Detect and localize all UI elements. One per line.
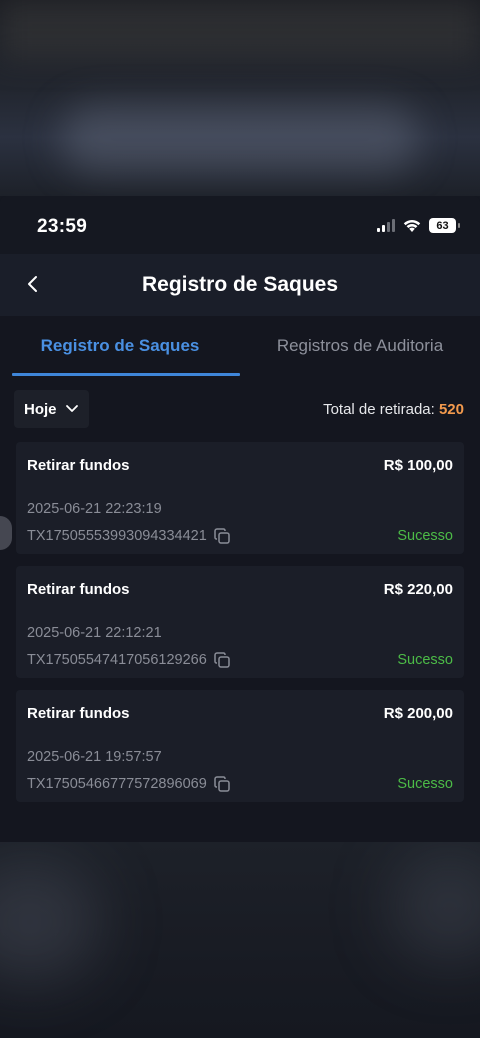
tab-bar: Registro de Saques Registros de Auditori…: [0, 316, 480, 376]
list-item: Retirar fundos R$ 100,00 2025-06-21 22:2…: [16, 442, 464, 554]
total-value: 520: [438, 400, 464, 418]
list-item: Retirar fundos R$ 200,00 2025-06-21 19:5…: [16, 690, 464, 802]
nav-bar: Registro de Saques: [0, 254, 480, 316]
status-badge: Sucesso: [397, 652, 453, 668]
list-item: Retirar fundos R$ 220,00 2025-06-21 22:1…: [16, 566, 464, 678]
record-datetime: 2025-06-21 19:57:57: [27, 749, 162, 765]
status-badge: Sucesso: [397, 528, 453, 544]
chevron-left-icon: [28, 276, 37, 292]
total-withdrawal: Total de retirada: 520: [323, 401, 464, 418]
status-icons: 63: [377, 218, 460, 233]
app-screen: 23:59 63 Registro de Saques Registro de …: [0, 196, 480, 842]
blurred-background-top: [0, 0, 480, 196]
floating-handle[interactable]: [0, 516, 12, 550]
tab-withdrawal-records[interactable]: Registro de Saques: [0, 316, 240, 376]
tx-id-text: TX17505553993094334421: [27, 528, 207, 544]
page-title: Registro de Saques: [141, 273, 339, 296]
record-tx-id: TX17505553993094334421: [27, 527, 231, 545]
record-amount: R$ 100,00: [383, 457, 453, 474]
copy-icon[interactable]: [213, 527, 231, 545]
copy-icon[interactable]: [213, 775, 231, 793]
back-button[interactable]: [20, 271, 46, 297]
status-badge: Sucesso: [397, 776, 453, 792]
record-tx-id: TX17505547417056129266: [27, 651, 231, 669]
tx-id-text: TX17505547417056129266: [27, 652, 207, 668]
blurred-background-bottom: [0, 842, 480, 1038]
tx-id-text: TX17505466777572896069: [27, 776, 207, 792]
date-filter-dropdown[interactable]: Hoje: [14, 390, 89, 428]
record-title: Retirar fundos: [27, 581, 130, 598]
signal-icon: [377, 219, 395, 232]
chevron-down-icon: [65, 405, 78, 412]
tab-audit-records[interactable]: Registros de Auditoria: [240, 316, 480, 376]
record-amount: R$ 200,00: [383, 705, 453, 722]
copy-icon[interactable]: [213, 651, 231, 669]
filter-row: Hoje Total de retirada: 520: [0, 376, 480, 442]
date-filter-value: Hoje: [24, 400, 57, 418]
record-title: Retirar fundos: [27, 457, 130, 474]
record-title: Retirar fundos: [27, 705, 130, 722]
battery-icon: 63: [429, 218, 460, 233]
record-amount: R$ 220,00: [383, 581, 453, 598]
status-bar: 23:59 63: [0, 196, 480, 254]
record-datetime: 2025-06-21 22:12:21: [27, 625, 162, 641]
record-datetime: 2025-06-21 22:23:19: [27, 501, 162, 517]
wifi-icon: [403, 220, 421, 232]
status-time: 23:59: [37, 216, 88, 237]
record-tx-id: TX17505466777572896069: [27, 775, 231, 793]
total-label: Total de retirada:: [323, 400, 435, 418]
